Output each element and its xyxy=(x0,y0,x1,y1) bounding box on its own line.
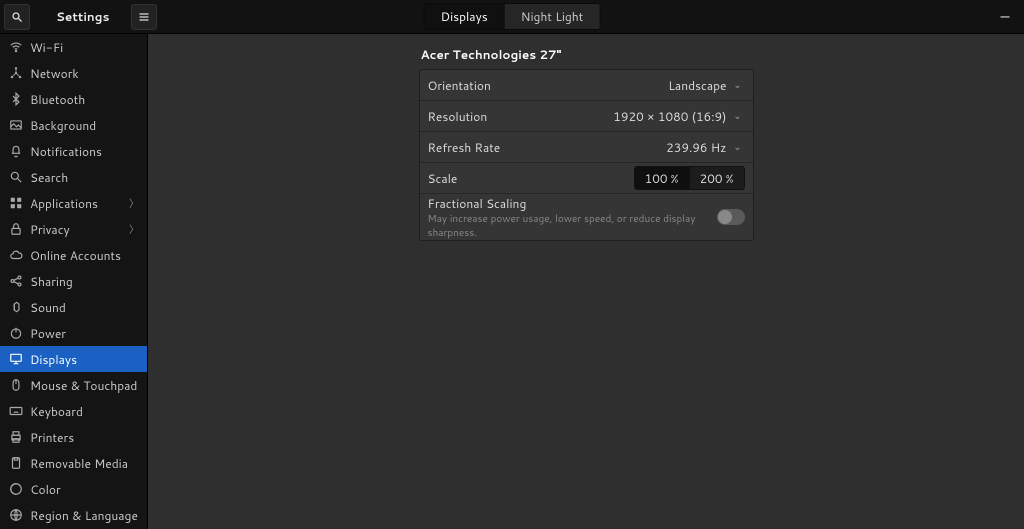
wifi-icon xyxy=(8,39,24,55)
sound-icon xyxy=(8,299,24,315)
orientation-row[interactable]: Orientation Landscape ⌄ xyxy=(420,70,753,101)
sidebar-item-label: Mouse & Touchpad xyxy=(30,377,137,394)
sidebar-item-displays[interactable]: Displays xyxy=(0,346,147,372)
sidebar-item-label: Region & Language xyxy=(30,507,138,524)
cloud-icon xyxy=(8,247,24,263)
sidebar-item-label: Notifications xyxy=(30,143,102,160)
sidebar-item-sound[interactable]: Sound xyxy=(0,294,147,320)
sidebar-item-wifi[interactable]: Wi-Fi xyxy=(0,34,147,60)
sidebar: Wi-Fi Network Bluetooth Background Notificat… xyxy=(0,34,148,529)
sidebar-item-bluetooth[interactable]: Bluetooth xyxy=(0,86,147,112)
sidebar-item-label: Removable Media xyxy=(30,455,128,472)
sidebar-item-label: Printers xyxy=(30,429,74,446)
chevron-down-icon: ⌄ xyxy=(731,78,745,92)
globe-icon xyxy=(8,507,24,523)
chevron-right-icon: 〉 xyxy=(129,195,139,211)
sidebar-item-online-accounts[interactable]: Online Accounts xyxy=(0,242,147,268)
switch-knob xyxy=(718,210,732,224)
keyboard-icon xyxy=(8,403,24,419)
apps-icon xyxy=(8,195,24,211)
minimize-icon: – xyxy=(1000,5,1009,28)
sidebar-item-label: Bluetooth xyxy=(30,91,85,108)
sidebar-item-label: Wi-Fi xyxy=(30,39,63,56)
sidebar-item-label: Privacy xyxy=(30,221,70,238)
main-content: Acer Technologies 27" Orientation Landsc… xyxy=(148,34,1024,529)
tab-night-light[interactable]: Night Light xyxy=(505,3,601,30)
fractional-row: Fractional Scaling May increase power us… xyxy=(420,194,753,240)
sidebar-item-color[interactable]: Color xyxy=(0,476,147,502)
sidebar-item-label: Sharing xyxy=(30,273,73,290)
sidebar-item-label: Power xyxy=(30,325,66,342)
chevron-down-icon: ⌄ xyxy=(731,109,745,123)
sidebar-item-region[interactable]: Region & Language xyxy=(0,502,147,528)
chevron-down-icon: ⌄ xyxy=(731,140,745,154)
sidebar-item-label: Displays xyxy=(30,351,77,368)
bell-icon xyxy=(8,143,24,159)
sidebar-item-background[interactable]: Background xyxy=(0,112,147,138)
search-button[interactable] xyxy=(4,4,30,30)
sidebar-item-search[interactable]: Search xyxy=(0,164,147,190)
menu-button[interactable] xyxy=(131,4,157,30)
hamburger-icon xyxy=(138,11,150,23)
mouse-icon xyxy=(8,377,24,393)
sidebar-item-printers[interactable]: Printers xyxy=(0,424,147,450)
sidebar-item-label: Applications xyxy=(30,195,98,212)
display-icon xyxy=(8,351,24,367)
orientation-label: Orientation xyxy=(428,77,491,94)
sidebar-item-power[interactable]: Power xyxy=(0,320,147,346)
refresh-label: Refresh Rate xyxy=(428,139,501,156)
minimize-button[interactable]: – xyxy=(992,4,1018,30)
header-bar: Settings Displays Night Light – xyxy=(0,0,1024,34)
search-icon xyxy=(11,11,23,23)
header-tabs: Displays Night Light xyxy=(424,3,601,30)
sidebar-item-removable[interactable]: Removable Media xyxy=(0,450,147,476)
sidebar-item-sharing[interactable]: Sharing xyxy=(0,268,147,294)
color-icon xyxy=(8,481,24,497)
orientation-value: Landscape xyxy=(668,77,726,94)
sidebar-item-label: Online Accounts xyxy=(30,247,121,264)
sidebar-item-label: Search xyxy=(30,169,68,186)
sidebar-item-label: Sound xyxy=(30,299,66,316)
printer-icon xyxy=(8,429,24,445)
resolution-value: 1920 × 1080 (16:9) xyxy=(613,108,726,125)
sidebar-item-privacy[interactable]: Privacy 〉 xyxy=(0,216,147,242)
sidebar-item-notifications[interactable]: Notifications xyxy=(0,138,147,164)
scale-label: Scale xyxy=(428,170,458,187)
usb-icon xyxy=(8,455,24,471)
sidebar-item-mouse[interactable]: Mouse & Touchpad xyxy=(0,372,147,398)
share-icon xyxy=(8,273,24,289)
sidebar-item-keyboard[interactable]: Keyboard xyxy=(0,398,147,424)
bluetooth-icon xyxy=(8,91,24,107)
sidebar-item-label: Background xyxy=(30,117,96,134)
sidebar-item-applications[interactable]: Applications 〉 xyxy=(0,190,147,216)
sidebar-item-label: Keyboard xyxy=(30,403,83,420)
scale-segmented: 100 %200 % xyxy=(634,166,745,190)
search-icon xyxy=(8,169,24,185)
refresh-row[interactable]: Refresh Rate 239.96 Hz ⌄ xyxy=(420,132,753,163)
resolution-label: Resolution xyxy=(428,108,488,125)
scale-row: Scale 100 %200 % xyxy=(420,163,753,194)
network-icon xyxy=(8,65,24,81)
scale-option-200[interactable]: 200 % xyxy=(690,167,744,189)
scale-option-100[interactable]: 100 % xyxy=(635,167,690,189)
fractional-label: Fractional Scaling xyxy=(428,195,718,212)
display-name: Acer Technologies 27" xyxy=(421,46,754,63)
resolution-row[interactable]: Resolution 1920 × 1080 (16:9) ⌄ xyxy=(420,101,753,132)
fractional-switch[interactable] xyxy=(717,209,744,225)
sidebar-item-label: Color xyxy=(30,481,61,498)
lock-icon xyxy=(8,221,24,237)
fractional-sub: May increase power usage, lower speed, o… xyxy=(428,212,718,240)
chevron-right-icon: 〉 xyxy=(129,221,139,237)
sidebar-item-label: Network xyxy=(30,65,79,82)
tab-displays[interactable]: Displays xyxy=(424,3,505,30)
background-icon xyxy=(8,117,24,133)
window-title: Settings xyxy=(56,8,109,25)
power-icon xyxy=(8,325,24,341)
display-settings-panel: Orientation Landscape ⌄ Resolution 1920 … xyxy=(419,69,754,241)
refresh-value: 239.96 Hz xyxy=(666,139,726,156)
sidebar-item-network[interactable]: Network xyxy=(0,60,147,86)
